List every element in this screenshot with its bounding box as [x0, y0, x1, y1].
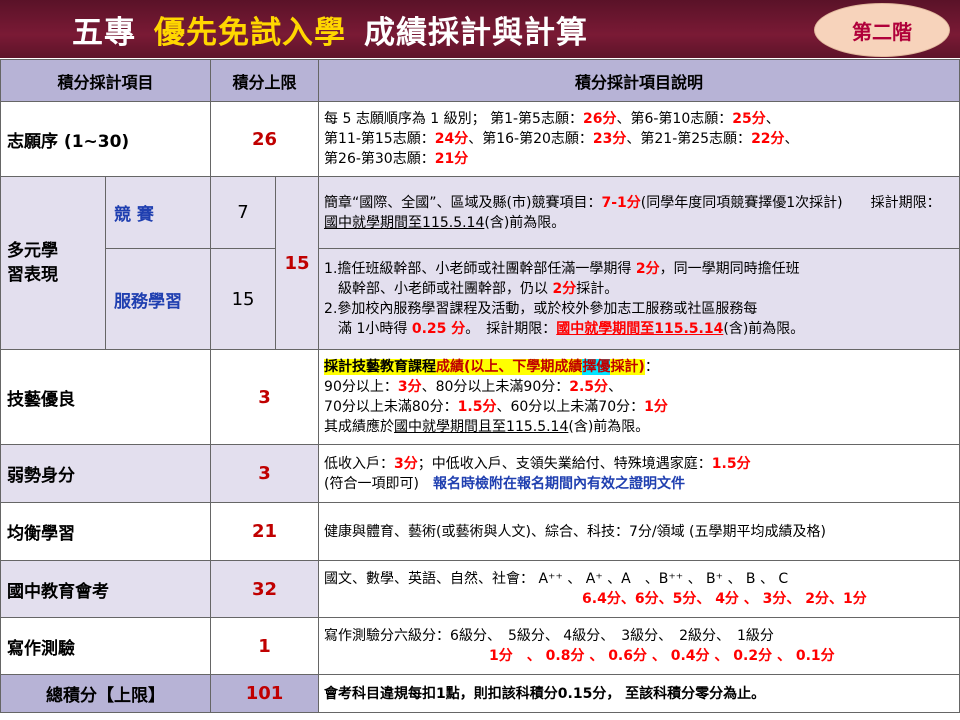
- row-name: 國中教育會考: [0, 560, 212, 618]
- table-row: 寫作測驗 1 寫作測驗分六級分：6級分、 5級分、 4級分、 3級分、 2級分、…: [0, 617, 960, 675]
- row-desc: 健康與體育、藝術(或藝術與人文)、綜合、科技：7分/領域 (五學期平均成績及格): [318, 502, 960, 561]
- row-desc: 每 5 志願順序為 1 級別； 第1-第5志願：26分、第6-第10志願：25分…: [318, 101, 960, 177]
- row-name: 均衡學習: [0, 502, 212, 561]
- table-row: 志願序 (1~30) 26 每 5 志願順序為 1 級別； 第1-第5志願：26…: [0, 101, 960, 177]
- table-row: 技藝優良 3 採計技藝教育課程成績(以上、下學期成績擇優採計)： 90分以上：3…: [0, 349, 960, 445]
- row-name: 多元學習表現: [0, 176, 106, 350]
- row-name: 寫作測驗: [0, 617, 212, 675]
- sub-item-contest: 競 賽: [104, 176, 212, 249]
- table-row: 服務學習 15 1.擔任班級幹部、小老師或社團幹部任滿一學期得 2分，同一學期同…: [1, 248, 960, 350]
- table-header-row: 積分採計項目 積分上限 積分採計項目說明: [0, 59, 960, 102]
- total-max: 101: [210, 674, 320, 713]
- total-note: 會考科目違規每扣1點，則扣該科積分0.15分， 至該科積分零分為止。: [318, 674, 960, 713]
- row-max: 21: [210, 502, 320, 561]
- title-banner: 五專 優先免試入學 成績採計與計算 第二階: [0, 0, 960, 58]
- stage-badge: 第二階: [814, 3, 950, 57]
- sub-max-service: 15: [210, 248, 277, 350]
- row-desc: 低收入戶：3分；中低收入戶、支領失業給付、特殊境遇家庭：1.5分 (符合一項即可…: [318, 444, 960, 503]
- row-name: 志願序 (1~30): [0, 101, 212, 177]
- row-max: 32: [210, 560, 320, 618]
- row-desc: 採計技藝教育課程成績(以上、下學期成績擇優採計)： 90分以上：3分、80分以上…: [318, 349, 960, 445]
- sub-item-service: 服務學習: [104, 248, 212, 350]
- header-item: 積分採計項目: [0, 59, 212, 102]
- row-desc: 寫作測驗分六級分：6級分、 5級分、 4級分、 3級分、 2級分、 1級分 1分…: [318, 617, 960, 675]
- row-max: 3: [210, 349, 320, 445]
- page-title: 五專 優先免試入學 成績採計與計算: [72, 6, 588, 52]
- title-highlight: 優先免試入學: [154, 14, 346, 51]
- title-part-1: 五專: [72, 14, 136, 51]
- table-row: 弱勢身分 3 低收入戶：3分；中低收入戶、支領失業給付、特殊境遇家庭：1.5分 …: [0, 444, 960, 503]
- row-desc: 國文、數學、英語、自然、社會： A⁺⁺ 、 A⁺ 、A 、B⁺⁺ 、 B⁺ 、 …: [318, 560, 960, 618]
- row-max: 1: [210, 617, 320, 675]
- title-part-3: 成績採計與計算: [364, 14, 588, 51]
- table-row-total: 總積分【上限】 101 會考科目違規每扣1點，則扣該科積分0.15分， 至該科積…: [0, 674, 960, 713]
- sub-max-contest: 7: [210, 176, 277, 249]
- table-row: 多元學習表現 競 賽 7 15 簡章“國際、全國”、區域及縣(市)競賽項目：7-…: [0, 176, 960, 350]
- table-row: 均衡學習 21 健康與體育、藝術(或藝術與人文)、綜合、科技：7分/領域 (五學…: [0, 502, 960, 561]
- total-label: 總積分【上限】: [0, 674, 212, 713]
- row-desc: 簡章“國際、全國”、區域及縣(市)競賽項目：7-1分(同學年度同項競賽擇優1次採…: [318, 176, 960, 249]
- group-max: 15: [275, 176, 320, 350]
- header-max: 積分上限: [210, 59, 320, 102]
- header-desc: 積分採計項目說明: [318, 59, 960, 102]
- row-desc: 1.擔任班級幹部、小老師或社團幹部任滿一學期得 2分，同一學期同時擔任班 級幹部…: [318, 248, 960, 350]
- row-name: 技藝優良: [0, 349, 212, 445]
- table-row: 國中教育會考 32 國文、數學、英語、自然、社會： A⁺⁺ 、 A⁺ 、A 、B…: [0, 560, 960, 618]
- row-name: 弱勢身分: [0, 444, 212, 503]
- score-table: 積分採計項目 積分上限 積分採計項目說明 志願序 (1~30) 26 每 5 志…: [0, 59, 960, 713]
- row-max: 26: [210, 101, 320, 177]
- row-max: 3: [210, 444, 320, 503]
